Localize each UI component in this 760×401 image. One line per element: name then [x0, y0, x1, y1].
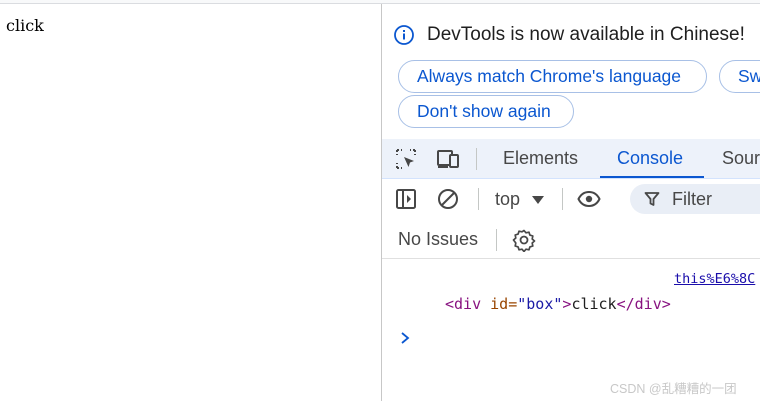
code-text: click — [571, 295, 617, 313]
issues-divider — [496, 229, 497, 251]
filter-placeholder: Filter — [672, 189, 712, 209]
language-infobar: DevTools is now available in Chinese! Al… — [382, 4, 760, 139]
devtools-panel: DevTools is now available in Chinese! Al… — [381, 4, 760, 401]
live-expression-eye-icon[interactable] — [577, 187, 601, 211]
issues-count[interactable]: No Issues — [398, 229, 478, 250]
console-settings-gear-icon[interactable] — [512, 228, 536, 252]
console-filter-input[interactable]: Filter — [630, 184, 760, 214]
show-sidebar-icon[interactable] — [394, 187, 418, 211]
dont-show-again-button[interactable]: Don't show again — [398, 95, 574, 128]
log-source-link[interactable]: this%E6%8C — [674, 271, 755, 287]
devtools-tabbar: Elements Console Sour — [382, 139, 760, 179]
log-entry-element[interactable]: <div id="box">click</div> — [445, 295, 671, 313]
always-match-language-button[interactable]: Always match Chrome's language — [398, 60, 707, 93]
info-icon — [394, 25, 414, 45]
tab-sources[interactable]: Sour — [722, 139, 760, 178]
toolbar-divider — [478, 188, 479, 210]
active-tab-indicator — [600, 176, 704, 178]
console-prompt-chevron-icon[interactable] — [398, 330, 412, 346]
infobar-title: DevTools is now available in Chinese! — [427, 24, 745, 45]
toolbar-divider — [562, 188, 563, 210]
page-click-text: click — [6, 16, 44, 35]
tab-elements[interactable]: Elements — [503, 139, 578, 178]
device-toolbar-icon[interactable] — [436, 147, 460, 171]
code-attr-value: "box" — [517, 295, 563, 313]
issues-bar: No Issues — [382, 219, 760, 259]
code-attr-name: id= — [481, 295, 518, 313]
inspect-element-icon[interactable] — [394, 147, 418, 171]
console-toolbar: top Filter — [382, 179, 760, 219]
filter-icon — [644, 192, 660, 206]
context-selector[interactable]: top — [495, 189, 520, 210]
page-viewport: click — [0, 4, 381, 401]
switch-language-button[interactable]: Sw — [719, 60, 760, 93]
watermark-text: CSDN @乱糟糟的一团 — [610, 382, 737, 396]
code-open-tag: <div — [445, 295, 482, 313]
code-close-tag: </div> — [616, 295, 671, 313]
clear-console-icon[interactable] — [436, 187, 460, 211]
tabbar-divider — [476, 148, 477, 170]
tab-console[interactable]: Console — [617, 139, 683, 178]
chevron-down-icon[interactable] — [532, 196, 544, 204]
